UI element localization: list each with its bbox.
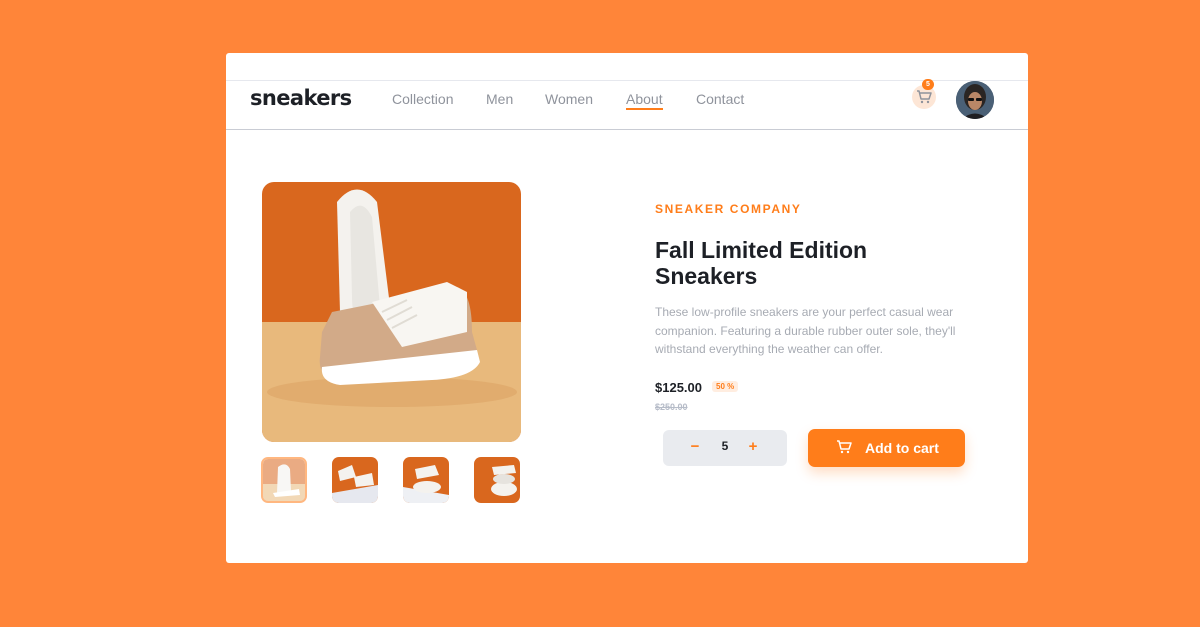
product-card: sneakers Collection Men Women About Cont… [226,53,1028,563]
nav-men[interactable]: Men [486,91,513,107]
nav-about[interactable]: About [626,91,663,110]
nav-women[interactable]: Women [545,91,593,107]
decrease-quantity-button[interactable]: − [685,437,705,457]
cart-count-badge: 5 [922,79,934,90]
cart-icon [837,440,852,454]
nav-contact[interactable]: Contact [696,91,744,107]
site-header: sneakers Collection Men Women About Cont… [226,79,1028,130]
user-avatar[interactable] [956,81,994,119]
add-to-cart-button[interactable]: Add to cart [808,429,965,467]
add-to-cart-label: Add to cart [865,440,939,456]
product-description: These low-profile sneakers are your perf… [655,305,956,356]
quantity-stepper: − 5 + [663,430,787,466]
cart-icon [917,90,932,104]
thumbnail-4[interactable] [474,457,520,503]
product-title: Fall Limited Edition Sneakers [655,237,868,289]
thumbnail-2[interactable] [332,457,378,503]
increase-quantity-button[interactable]: + [743,437,763,457]
thumbnail-1[interactable] [261,457,307,503]
nav-collection[interactable]: Collection [392,91,453,107]
quantity-value: 5 [721,439,729,453]
current-price: $125.00 [655,380,702,395]
thumbnail-3[interactable] [403,457,449,503]
product-main-image[interactable] [262,182,521,442]
site-logo[interactable]: sneakers [250,86,352,110]
cart-button[interactable]: 5 [912,79,936,109]
discount-badge: 50 % [712,381,739,392]
company-name: SNEAKER COMPANY [655,202,802,216]
original-price: $250.00 [655,402,688,412]
